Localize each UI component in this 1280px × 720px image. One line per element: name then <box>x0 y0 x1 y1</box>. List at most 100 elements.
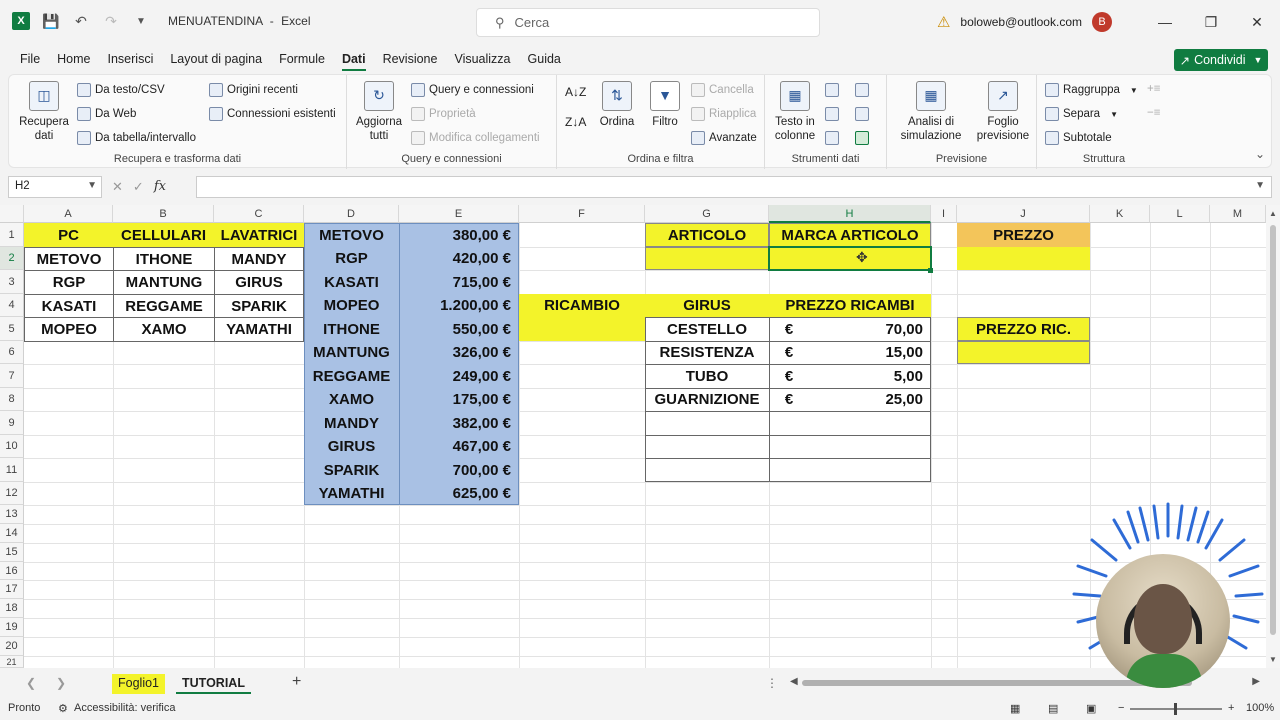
cell-e8[interactable]: 175,00 € <box>399 388 519 411</box>
fill-handle[interactable] <box>928 268 933 273</box>
column-header-i[interactable]: I <box>931 205 957 223</box>
cell-e10[interactable]: 467,00 € <box>399 435 519 458</box>
cell-a2[interactable]: METOVO <box>24 247 114 271</box>
cancel-icon[interactable]: ✕ <box>112 179 123 195</box>
cell-e1[interactable]: 380,00 € <box>399 223 519 247</box>
select-all-corner[interactable] <box>0 205 24 223</box>
what-if-button[interactable]: ▦ Analisi di simulazione <box>893 81 969 144</box>
cell-f4[interactable]: RICAMBIO <box>519 294 645 317</box>
cell-d6[interactable]: MANTUNG <box>304 341 399 364</box>
zoom-level[interactable]: 100% <box>1246 702 1274 714</box>
cell-j1[interactable]: PREZZO <box>957 223 1090 247</box>
account-email[interactable]: boloweb@outlook.com <box>960 15 1082 29</box>
cell-d2[interactable]: RGP <box>304 247 399 270</box>
insert-function-icon[interactable]: fx <box>154 179 166 195</box>
column-header-a[interactable]: A <box>24 205 113 223</box>
cell-h7[interactable]: 5,00 <box>800 364 931 388</box>
cell-b1[interactable]: CELLULARI <box>113 223 214 247</box>
cell-d9[interactable]: MANDY <box>304 411 399 435</box>
row-header-20[interactable]: 20 <box>0 637 24 656</box>
row-header-21[interactable]: 21 <box>0 656 24 668</box>
column-header-d[interactable]: D <box>304 205 399 223</box>
sheet-tab-tutorial[interactable]: TUTORIAL <box>176 674 251 694</box>
from-web-button[interactable]: Da Web <box>77 107 136 121</box>
accessibility-icon[interactable]: ⚙ <box>58 702 68 715</box>
cell-j5[interactable]: PREZZO RIC. <box>957 317 1090 341</box>
cell-e11[interactable]: 700,00 € <box>399 458 519 482</box>
column-header-m[interactable]: M <box>1210 205 1266 223</box>
row-header-2[interactable]: 2 <box>0 247 24 270</box>
cell-h5[interactable]: 70,00 <box>800 317 931 341</box>
cell-c3[interactable]: GIRUS <box>214 270 304 295</box>
cell-d12[interactable]: YAMATHI <box>304 482 399 505</box>
redo-icon[interactable]: ↷ <box>102 12 120 30</box>
cell-g8[interactable]: GUARNIZIONE <box>645 388 769 411</box>
sort-az-button[interactable]: A↓Z <box>565 85 586 99</box>
from-text-csv-button[interactable]: Da testo/CSV <box>77 83 165 97</box>
column-header-f[interactable]: F <box>519 205 645 223</box>
cell-h4[interactable]: PREZZO RICAMBI <box>769 294 931 317</box>
forecast-sheet-button[interactable]: ↗ Foglio previsione <box>975 81 1031 144</box>
save-icon[interactable]: 💾 <box>42 12 60 30</box>
column-header-b[interactable]: B <box>113 205 214 223</box>
tab-insert[interactable]: Inserisci <box>108 52 154 71</box>
cell-e9[interactable]: 382,00 € <box>399 411 519 435</box>
scroll-left-icon[interactable]: ◀ <box>790 676 798 687</box>
group-button[interactable]: Raggruppa ▼ <box>1045 83 1138 97</box>
hide-detail-icon[interactable]: −≡ <box>1147 107 1160 119</box>
relationships-button[interactable] <box>855 107 869 121</box>
collapse-ribbon-icon[interactable]: ⌄ <box>1255 147 1265 161</box>
sheet-tab-foglio1[interactable]: Foglio1 <box>112 674 165 694</box>
data-validation-button[interactable] <box>825 131 839 145</box>
column-header-l[interactable]: L <box>1150 205 1210 223</box>
row-header-5[interactable]: 5 <box>0 317 24 341</box>
tab-formulas[interactable]: Formule <box>279 52 325 71</box>
cell-a5[interactable]: MOPEO <box>24 317 114 342</box>
zoom-knob[interactable] <box>1174 703 1177 715</box>
cell-e5[interactable]: 550,00 € <box>399 317 519 341</box>
cell-e2[interactable]: 420,00 € <box>399 247 519 270</box>
add-sheet-button[interactable]: + <box>292 673 301 691</box>
cell-g5[interactable]: CESTELLO <box>645 317 769 341</box>
row-header-1[interactable]: 1 <box>0 223 24 247</box>
prev-sheet-icon[interactable]: ❮ <box>26 676 36 690</box>
tab-home[interactable]: Home <box>57 52 90 71</box>
from-table-button[interactable]: Da tabella/intervallo <box>77 131 196 145</box>
share-button[interactable]: ↗ Condividi ▼ <box>1174 49 1268 71</box>
scroll-down-icon[interactable]: ▼ <box>1269 655 1277 664</box>
cell-d10[interactable]: GIRUS <box>304 435 399 458</box>
cell-d8[interactable]: XAMO <box>304 388 399 411</box>
tab-review[interactable]: Revisione <box>383 52 438 71</box>
tab-page-layout[interactable]: Layout di pagina <box>170 52 262 71</box>
sort-za-button[interactable]: Z↓A <box>565 115 586 129</box>
cell-e4[interactable]: 1.200,00 € <box>399 294 519 317</box>
show-detail-icon[interactable]: +≡ <box>1147 83 1160 95</box>
cell-d7[interactable]: REGGAME <box>304 364 399 388</box>
cell-e7[interactable]: 249,00 € <box>399 364 519 388</box>
cell-c1[interactable]: LAVATRICI <box>214 223 304 247</box>
clear-filter-button[interactable]: Cancella <box>691 83 754 97</box>
column-header-k[interactable]: K <box>1090 205 1150 223</box>
reapply-button[interactable]: Riapplica <box>691 107 756 121</box>
existing-connections-button[interactable]: Connessioni esistenti <box>209 107 336 121</box>
tab-help[interactable]: Guida <box>528 52 561 71</box>
vertical-scrollbar[interactable]: ▲ ▼ <box>1266 205 1280 668</box>
row-header-9[interactable]: 9 <box>0 411 24 435</box>
filter-button[interactable]: ▼ Filtro <box>645 81 685 129</box>
cell-a1[interactable]: PC <box>24 223 113 247</box>
undo-icon[interactable]: ↶ <box>72 12 90 30</box>
minimize-icon[interactable]: — <box>1142 14 1188 30</box>
name-box[interactable]: H2 ▼ <box>8 176 102 198</box>
customize-toolbar-icon[interactable]: ▼ <box>132 12 150 30</box>
cell-c4[interactable]: SPARIK <box>214 294 304 318</box>
cell-b5[interactable]: XAMO <box>113 317 215 342</box>
cell-g7[interactable]: TUBO <box>645 364 769 388</box>
sort-button[interactable]: ⇅ Ordina <box>597 81 637 129</box>
tab-data[interactable]: Dati <box>341 52 366 71</box>
remove-duplicates-button[interactable] <box>825 107 839 121</box>
cell-b4[interactable]: REGGAME <box>113 294 215 318</box>
next-sheet-icon[interactable]: ❯ <box>56 676 66 690</box>
cell-j6[interactable] <box>957 341 1090 364</box>
row-header-8[interactable]: 8 <box>0 388 24 411</box>
flash-fill-button[interactable] <box>825 83 839 97</box>
